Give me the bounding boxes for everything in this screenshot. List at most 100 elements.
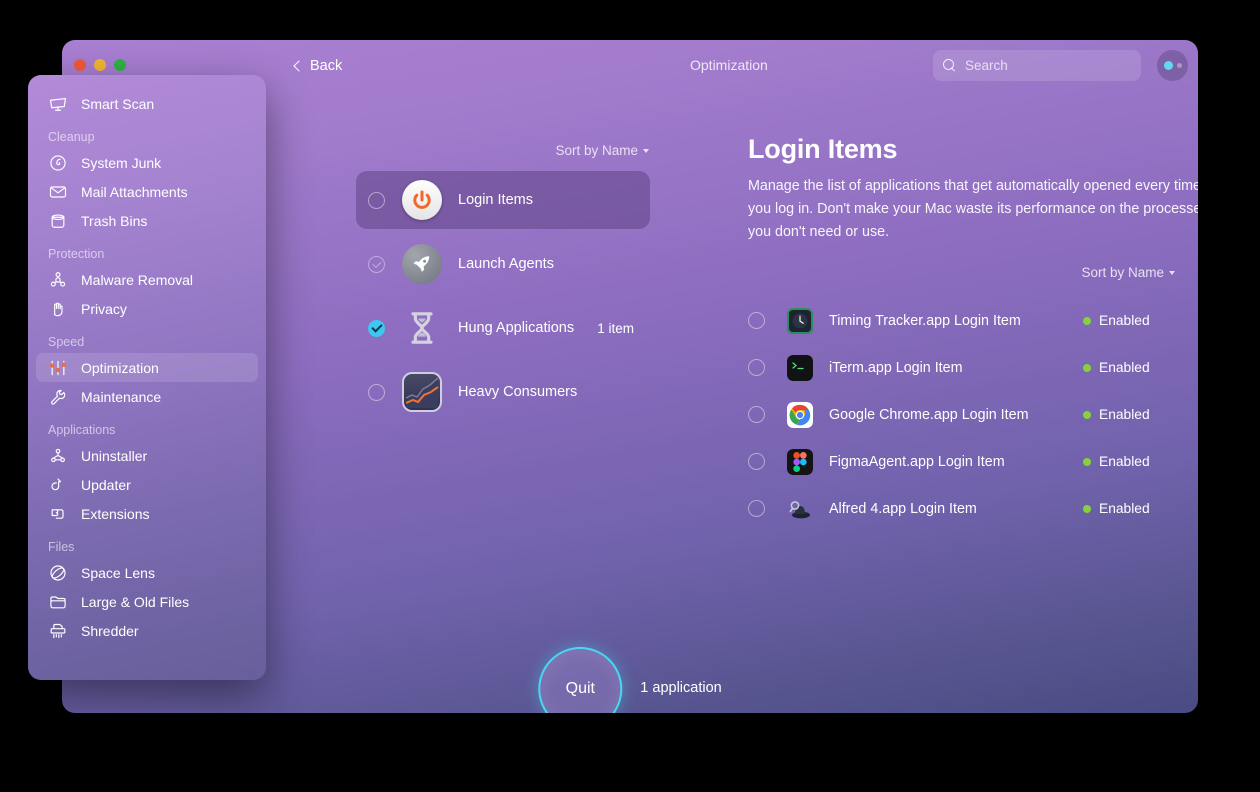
activity-monitor-icon: [402, 372, 442, 412]
sidebar-item-updater[interactable]: Updater: [36, 470, 258, 499]
zoom-window-button[interactable]: [114, 59, 126, 71]
login-item-checkbox[interactable]: [748, 406, 765, 423]
login-item-row[interactable]: iTerm.app Login Item Enabled: [748, 344, 1175, 391]
uninstaller-icon: [48, 446, 68, 466]
sidebar-item-label: Optimization: [81, 359, 159, 376]
traffic-lights: [74, 59, 126, 71]
module-checkbox[interactable]: [368, 383, 385, 401]
large-old-files-icon: [48, 592, 68, 612]
selected-count-label: 1 application: [640, 680, 722, 696]
status-badge: Enabled: [1083, 407, 1175, 422]
mail-attachments-icon: [48, 182, 68, 202]
shredder-icon: [48, 621, 68, 641]
status-dot-icon: [1083, 504, 1091, 513]
sidebar-group-label: Protection: [48, 247, 105, 261]
search-placeholder: Search: [965, 58, 1008, 73]
sidebar-item-label: Uninstaller: [81, 447, 148, 464]
sidebar-item-label: Mail Attachments: [81, 183, 188, 200]
sidebar-item-label: Extensions: [81, 505, 150, 522]
login-item-checkbox[interactable]: [748, 453, 765, 470]
sidebar-item-malware-removal[interactable]: Malware Removal: [36, 265, 258, 294]
login-item-row[interactable]: FigmaAgent.app Login Item Enabled: [748, 438, 1175, 485]
login-item-row[interactable]: Timing Tracker.app Login Item Enabled: [748, 297, 1175, 344]
quit-button[interactable]: Quit: [538, 647, 623, 713]
status-badge: Enabled: [1083, 501, 1175, 516]
sidebar-item-privacy[interactable]: Privacy: [36, 294, 258, 323]
hourglass-icon: [402, 308, 442, 348]
figma-agent-app-icon: [787, 448, 813, 475]
module-checkbox[interactable]: [368, 255, 385, 273]
sidebar-item-label: System Junk: [81, 154, 162, 171]
login-item-checkbox[interactable]: [748, 312, 765, 329]
close-window-button[interactable]: [74, 59, 86, 71]
scan-module-row[interactable]: Launch Agents: [356, 235, 650, 293]
chevron-down-icon: [1169, 270, 1175, 275]
sidebar-item-system-junk[interactable]: System Junk: [36, 148, 258, 177]
status-label: Enabled: [1099, 360, 1150, 375]
account-active-dot: [1163, 61, 1173, 70]
status-dot-icon: [1083, 316, 1091, 325]
sidebar-item-extensions[interactable]: Extensions: [36, 499, 258, 528]
sidebar-item-optimization[interactable]: Optimization: [36, 353, 258, 382]
status-badge: Enabled: [1083, 454, 1175, 469]
chevron-left-icon: [293, 59, 305, 72]
updater-icon: [48, 475, 68, 495]
scan-module-row[interactable]: Heavy Consumers: [356, 363, 650, 421]
timing-tracker-app-icon: [787, 307, 813, 334]
login-item-checkbox[interactable]: [748, 500, 765, 517]
sidebar-group-label: Cleanup: [48, 130, 95, 144]
scan-module-row[interactable]: Hung Applications 1 item: [356, 299, 650, 357]
sidebar-group-label: Speed: [48, 335, 85, 349]
sidebar-item-maintenance[interactable]: Maintenance: [36, 382, 258, 411]
status-dot-icon: [1083, 363, 1091, 372]
status-label: Enabled: [1099, 501, 1150, 516]
status-label: Enabled: [1099, 454, 1150, 469]
maintenance-icon: [48, 387, 68, 407]
back-button[interactable]: Back: [290, 55, 347, 77]
sidebar-item-label: Large & Old Files: [81, 593, 190, 610]
space-lens-icon: [48, 563, 68, 583]
minimize-window-button[interactable]: [94, 59, 106, 71]
sidebar-item-label: Smart Scan: [81, 95, 155, 112]
alfred-app-icon: [787, 496, 813, 522]
sidebar-item-space-lens[interactable]: Space Lens: [36, 558, 258, 587]
scan-module-row[interactable]: Login Items: [356, 171, 650, 229]
sidebar-menu: Smart Scan Cleanup System Junk Mail Attachm…: [28, 75, 266, 680]
sidebar-item-uninstaller[interactable]: Uninstaller: [36, 441, 258, 470]
google-chrome-app-icon: [787, 401, 813, 428]
login-item-row[interactable]: Google Chrome.app Login Item Enabled: [748, 391, 1175, 438]
detail-sort-label: Sort by Name: [1081, 265, 1164, 280]
sidebar-item-trash-bins[interactable]: Trash Bins: [36, 206, 258, 235]
status-badge: Enabled: [1083, 313, 1175, 328]
login-item-row[interactable]: Alfred 4.app Login Item Enabled: [748, 485, 1175, 532]
module-checkbox[interactable]: [368, 319, 385, 337]
status-badge: Enabled: [1083, 360, 1175, 375]
account-status-icon[interactable]: [1157, 50, 1188, 81]
smart-scan-icon: [48, 94, 68, 114]
search-input[interactable]: Search: [933, 50, 1141, 81]
sidebar-item-label: Trash Bins: [81, 212, 148, 229]
sidebar-item-smart-scan[interactable]: Smart Scan: [36, 89, 258, 118]
login-item-checkbox[interactable]: [748, 359, 765, 376]
status-dot-icon: [1083, 410, 1091, 419]
sidebar-item-shredder[interactable]: Shredder: [36, 616, 258, 645]
sidebar-item-mail-attachments[interactable]: Mail Attachments: [36, 177, 258, 206]
desktop-backdrop: Back Optimization Search Sort by Name Lo…: [0, 0, 1260, 792]
module-checkbox[interactable]: [368, 191, 385, 209]
malware-removal-icon: [48, 270, 68, 290]
power-button-icon: [402, 180, 442, 220]
module-label: Heavy Consumers: [458, 384, 578, 400]
back-button-label: Back: [310, 58, 343, 74]
quit-button-label: Quit: [565, 680, 595, 697]
detail-sort-dropdown[interactable]: Sort by Name: [1081, 265, 1175, 280]
quit-action-group: Quit 1 application: [538, 647, 722, 713]
detail-description: Manage the list of applications that get…: [748, 178, 1198, 241]
extensions-icon: [48, 504, 68, 524]
sidebar-item-large-old-files[interactable]: Large & Old Files: [36, 587, 258, 616]
detail-title: Login Items: [748, 134, 898, 164]
middle-sort-dropdown[interactable]: Sort by Name: [555, 143, 649, 158]
sidebar-group-label: Applications: [48, 423, 116, 437]
sidebar-item-label: Space Lens: [81, 564, 155, 581]
search-icon: [943, 59, 956, 72]
login-item-name: Google Chrome.app Login Item: [829, 406, 1029, 423]
